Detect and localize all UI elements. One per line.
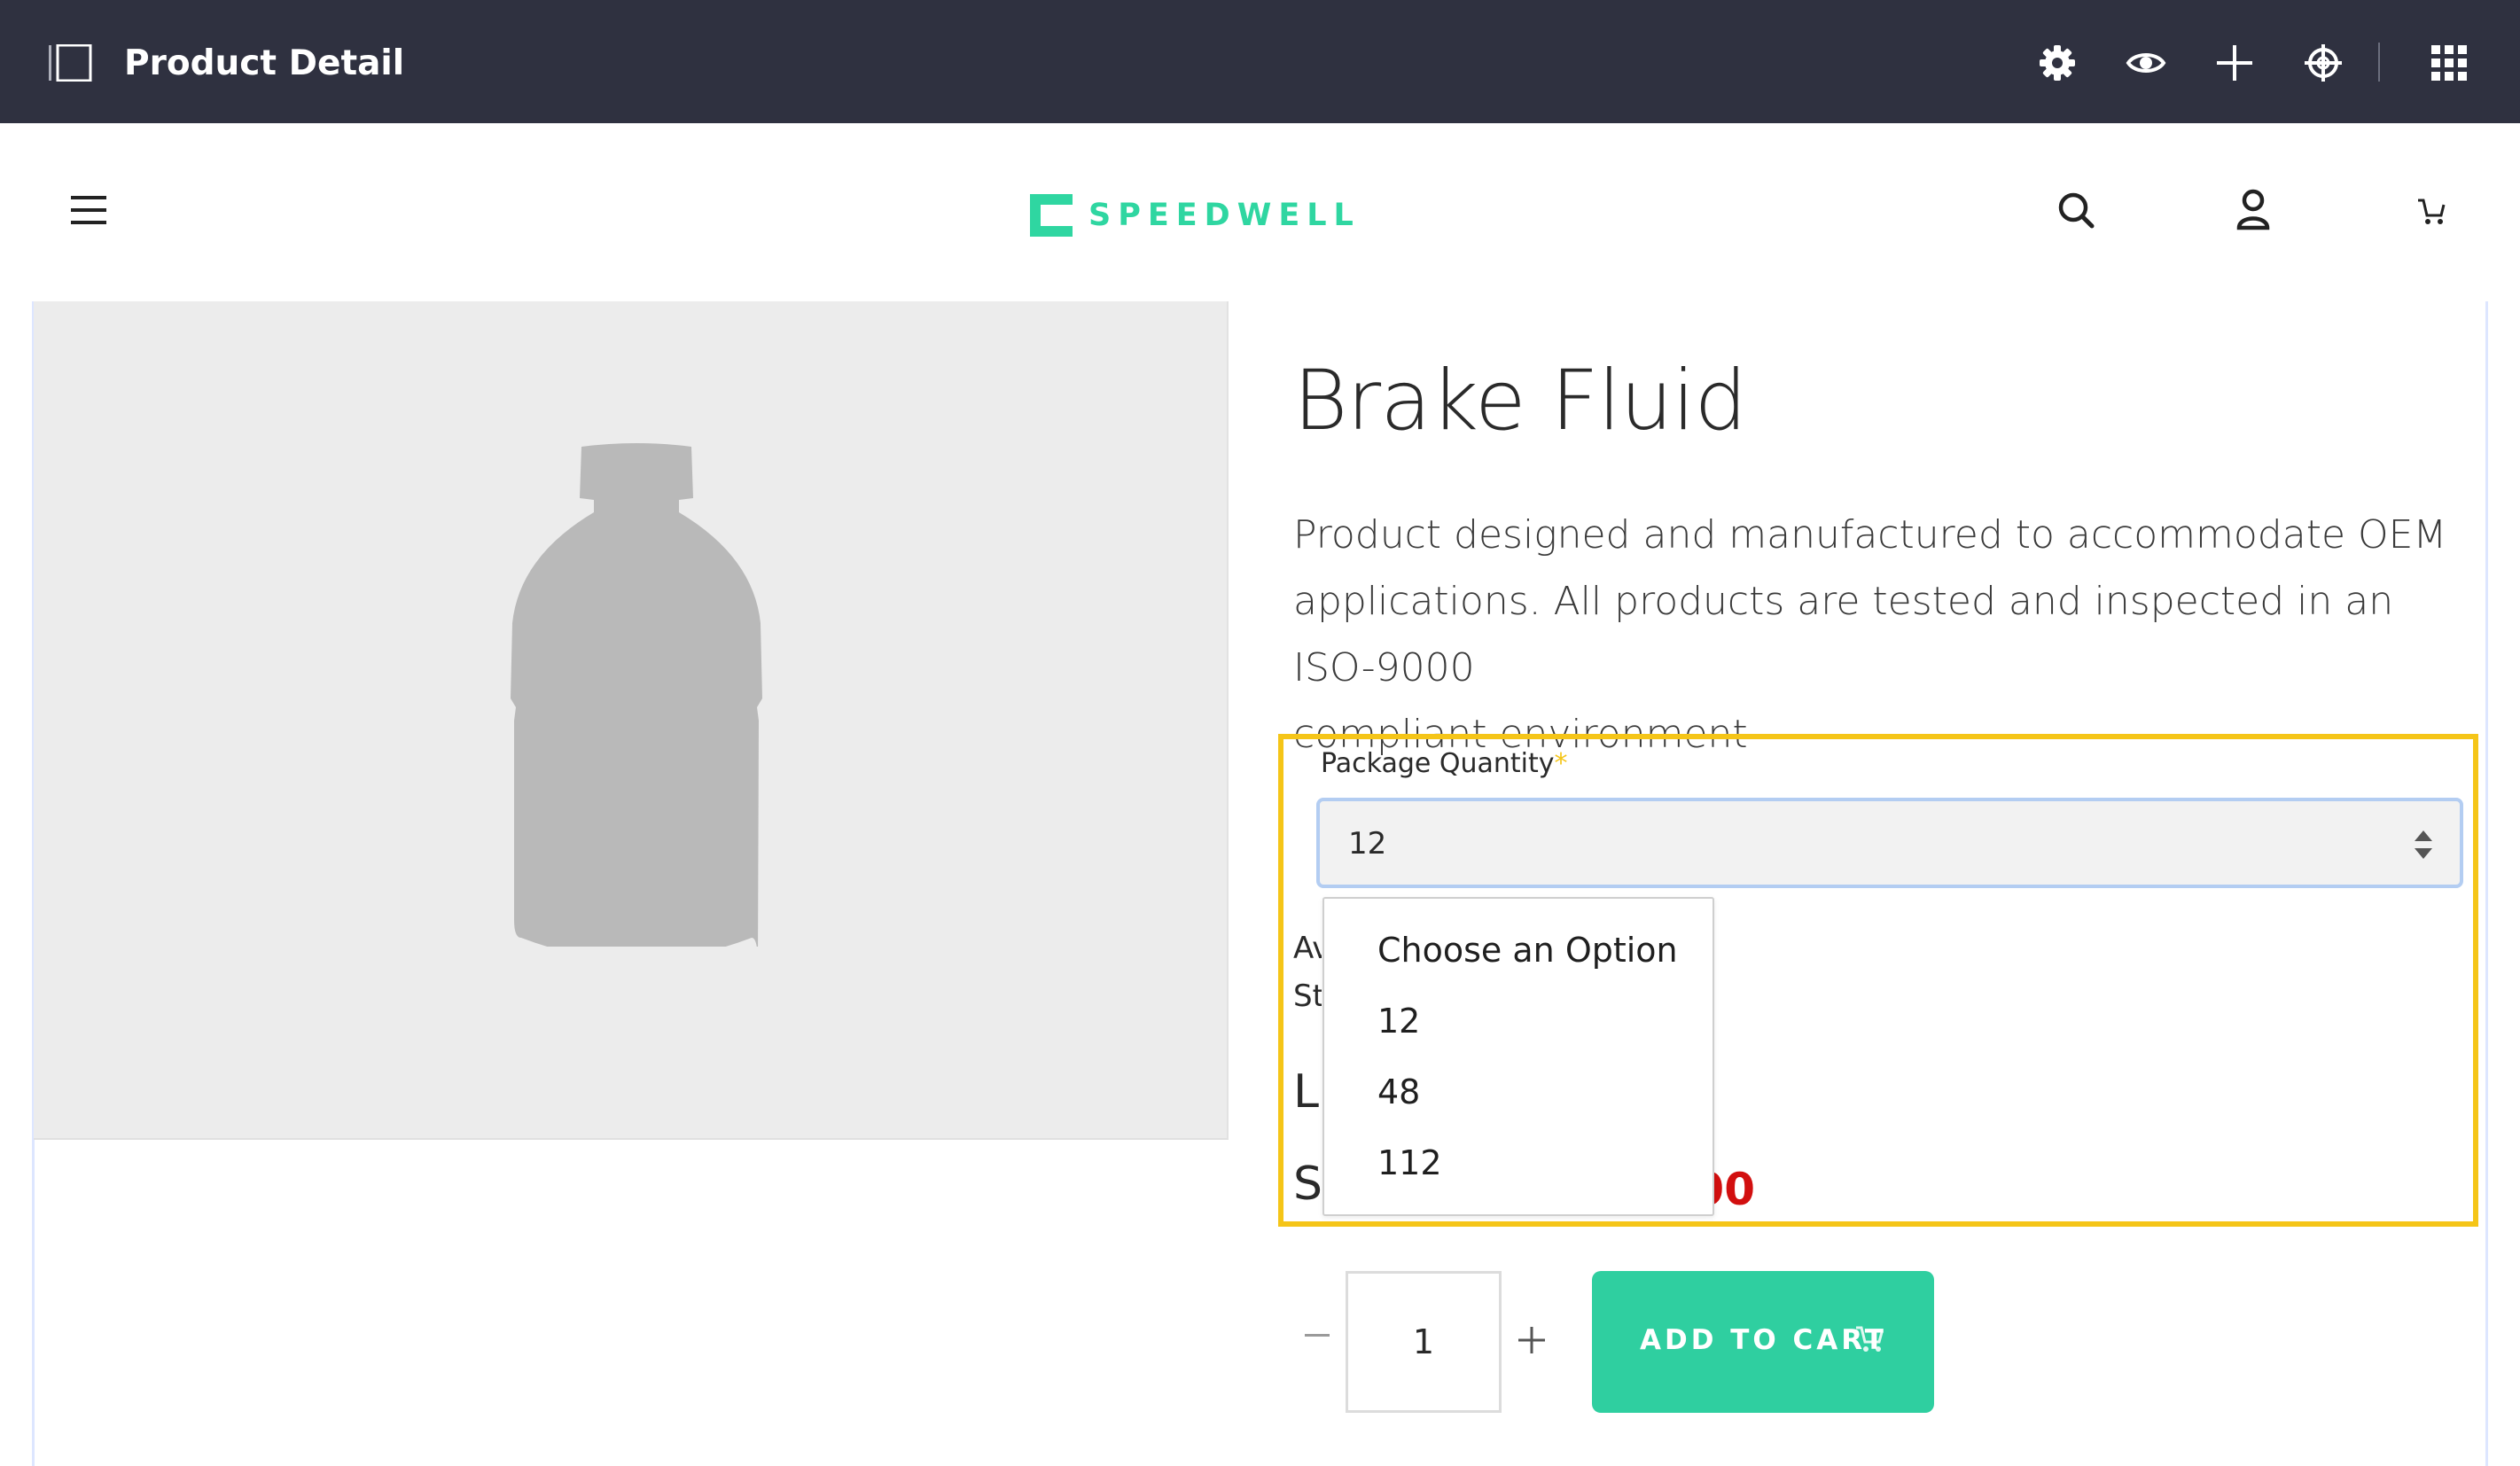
dropdown-option-placeholder[interactable]: Choose an Option [1377, 929, 1678, 971]
dropdown-option-112[interactable]: 112 [1377, 1142, 1442, 1184]
sidebar-toggle-icon[interactable] [48, 44, 92, 82]
menu-icon[interactable] [69, 191, 108, 230]
select-arrows-icon [2415, 830, 2432, 859]
package-quantity-dropdown: Choose an Option 12 48 112 [1322, 897, 1714, 1216]
product-image [34, 301, 1229, 1140]
add-to-cart-label: ADD TO CART [1640, 1324, 1887, 1356]
store-header: SPEEDWELL [0, 123, 2520, 300]
dropdown-option-12[interactable]: 12 [1377, 1000, 1420, 1042]
package-quantity-select[interactable]: 12 [1316, 798, 2463, 888]
required-marker: * [1554, 748, 1568, 779]
add-to-cart-button[interactable]: ADD TO CART [1592, 1271, 1934, 1413]
page-title: Product Detail [124, 43, 405, 83]
logo-text: SPEEDWELL [1088, 198, 1361, 233]
eye-icon[interactable] [2126, 43, 2166, 83]
plus-icon[interactable] [2214, 43, 2255, 83]
increase-quantity-button[interactable] [1516, 1324, 1548, 1356]
gear-icon[interactable] [2037, 43, 2078, 83]
cart-icon [1856, 1326, 1884, 1352]
search-icon[interactable] [2056, 191, 2095, 230]
decrease-quantity-button[interactable] [1301, 1319, 1333, 1351]
content-frame-right [2485, 301, 2488, 1466]
product-title: Brake Fluid [1293, 353, 1747, 449]
select-value: 12 [1348, 826, 1387, 862]
dropdown-option-48[interactable]: 48 [1377, 1071, 1420, 1113]
description-line: applications. All products are tested an… [1293, 579, 2394, 690]
toolbar-divider [2378, 43, 2380, 82]
speedwell-logo[interactable]: SPEEDWELL [1026, 191, 1354, 242]
package-quantity-label-text: Package Quantity [1321, 748, 1555, 779]
apps-grid-icon[interactable] [2429, 43, 2469, 83]
user-icon[interactable] [2234, 189, 2273, 231]
logo-mark-icon [1030, 194, 1073, 237]
bottle-image [511, 443, 762, 947]
description-line: Product designed and manufactured to acc… [1293, 512, 2447, 558]
quantity-input[interactable]: 1 [1346, 1271, 1502, 1413]
cart-icon[interactable] [2416, 198, 2446, 226]
admin-bar: Product Detail [0, 0, 2520, 123]
product-description: Product designed and manufactured to acc… [1293, 502, 2481, 768]
package-quantity-label: Package Quantity* [1321, 746, 1568, 782]
target-icon[interactable] [2303, 43, 2344, 83]
